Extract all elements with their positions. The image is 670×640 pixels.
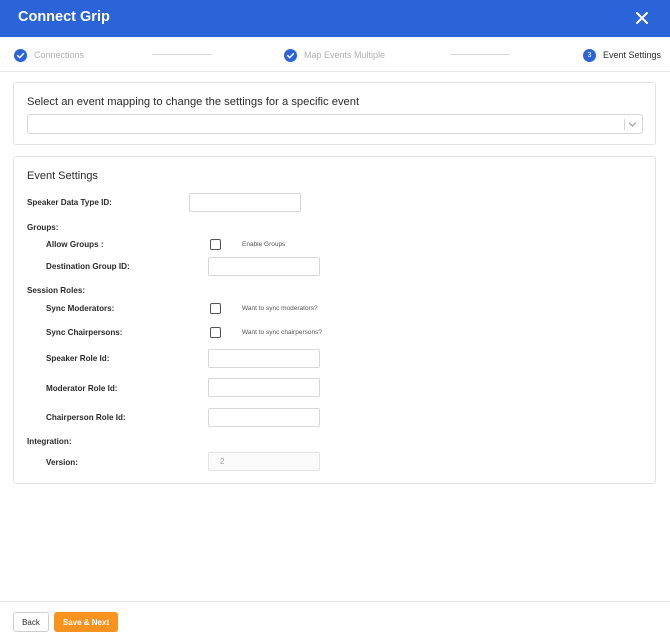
sync-moderators-label: Sync Moderators: (46, 304, 115, 313)
step-divider (450, 54, 510, 55)
allow-groups-checkbox[interactable] (210, 239, 221, 250)
destination-group-id-input[interactable] (208, 257, 320, 276)
moderator-role-id-label: Moderator Role Id: (46, 384, 118, 393)
version-label: Version: (46, 458, 78, 467)
destination-group-id-label: Destination Group ID: (46, 262, 130, 271)
step-event-settings[interactable]: 3 Event Settings (583, 47, 661, 63)
step-label: Event Settings (603, 50, 662, 60)
event-settings-card: Event Settings Speaker Data Type ID: Gro… (13, 156, 656, 484)
step-label: Connections (34, 50, 85, 60)
modal-footer: Back Save & Next (0, 601, 670, 640)
moderator-role-id-input[interactable] (208, 378, 320, 397)
event-settings-title: Event Settings (27, 170, 98, 182)
event-mapping-select[interactable] (27, 114, 643, 134)
modal-title: Connect Grip (18, 9, 110, 25)
allow-groups-hint: Enable Groups (242, 241, 286, 248)
wizard-stepper: Connections Map Events Multiple 3 Event … (0, 37, 670, 72)
chairperson-role-id-label: Chairperson Role Id: (46, 413, 126, 422)
groups-heading: Groups: (27, 223, 59, 232)
check-circle-icon (14, 48, 27, 62)
chairperson-role-id-input[interactable] (208, 408, 320, 427)
step-divider (152, 54, 212, 55)
select-separator (624, 119, 625, 130)
close-button[interactable] (632, 8, 652, 28)
integration-heading: Integration: (27, 437, 72, 446)
speaker-data-type-id-label: Speaker Data Type ID: (27, 198, 112, 207)
step-number-badge: 3 (583, 48, 596, 62)
check-circle-icon (284, 48, 297, 62)
sync-chairpersons-label: Sync Chairpersons: (46, 328, 123, 337)
step-connections[interactable]: Connections (14, 47, 84, 63)
close-icon (636, 12, 648, 24)
step-map-events[interactable]: Map Events Multiple (284, 47, 385, 63)
speaker-role-id-input[interactable] (208, 349, 320, 368)
back-button[interactable]: Back (13, 612, 49, 632)
modal-header: Connect Grip (0, 0, 670, 37)
event-mapping-title: Select an event mapping to change the se… (27, 96, 360, 108)
allow-groups-label: Allow Groups : (46, 240, 104, 249)
sync-chairpersons-checkbox[interactable] (210, 327, 221, 338)
speaker-role-id-label: Speaker Role Id: (46, 354, 110, 363)
speaker-data-type-id-input[interactable] (189, 193, 301, 212)
sync-moderators-hint: Want to sync moderators? (242, 305, 318, 312)
sync-chairpersons-hint: Want to sync chairpersons? (242, 329, 322, 336)
session-roles-heading: Session Roles: (27, 286, 86, 295)
save-and-next-button[interactable]: Save & Next (54, 612, 118, 632)
sync-moderators-checkbox[interactable] (210, 303, 221, 314)
version-input[interactable]: 2 (208, 452, 320, 471)
step-label: Map Events Multiple (304, 50, 386, 60)
event-mapping-card: Select an event mapping to change the se… (13, 82, 656, 145)
chevron-down-icon (628, 122, 637, 127)
